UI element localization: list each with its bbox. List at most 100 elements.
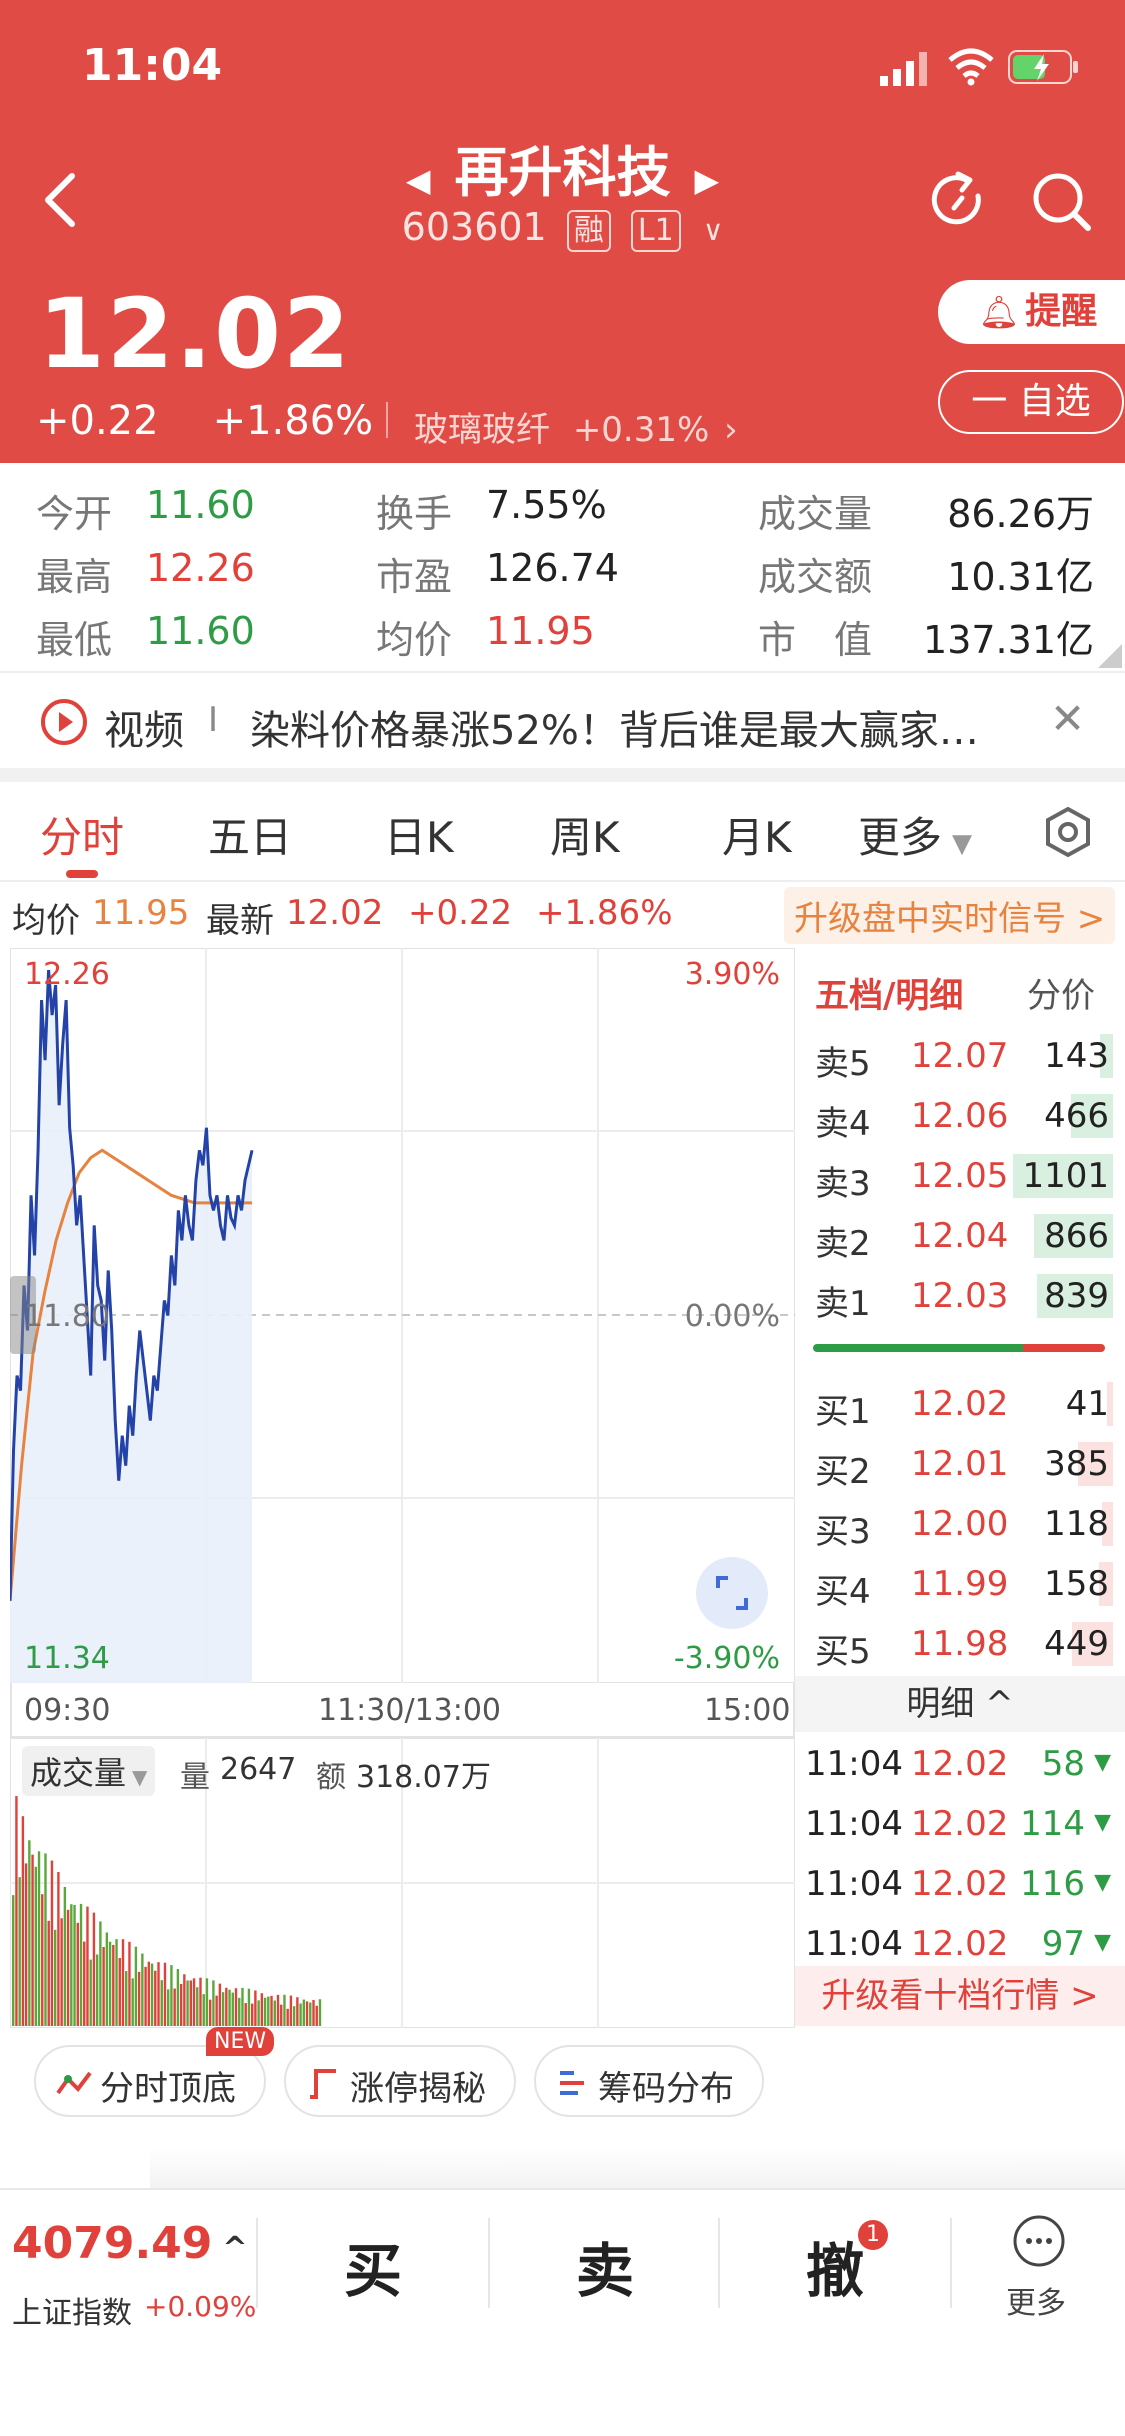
volume-bar [286,2008,289,2026]
scroll-fade [150,2148,1125,2188]
bid-row[interactable]: 买5 11.98 449 [795,1616,1125,1672]
cancel-order-button[interactable]: 撤 [806,2224,864,2308]
volume-bar [89,1959,92,2026]
volume-bar [118,1958,121,2026]
sector-link[interactable]: 玻璃玻纤 +0.31% › [414,402,738,451]
order-volume: 41 [1065,1384,1109,1424]
ask-row[interactable]: 卖3 12.05 1101 [795,1148,1125,1204]
expand-corner-icon[interactable] [1098,644,1122,668]
intraday-chart[interactable]: 12.26 11.80 11.34 3.90% 0.00% -3.90% [10,948,795,1683]
volume-bar [144,1966,147,2026]
refresh-icon[interactable] [926,168,990,232]
order-label: 买2 [815,1452,871,1492]
prev-stock-icon[interactable]: ◀ [406,161,431,199]
trade-price: 12.02 [911,1804,1009,1844]
tab-five-day[interactable]: 五日 [208,804,292,865]
volume-bar [24,1863,28,2026]
tab-more[interactable]: 更多 ▼ [858,804,972,865]
limit-up-chip[interactable]: 涨停揭秘 [284,2045,516,2117]
index-value[interactable]: 4079.49 ^ [12,2218,248,2269]
order-volume: 118 [1044,1504,1109,1544]
tab-more-label: 更多 [858,813,943,862]
latest-value: 12.02 [286,893,384,933]
chevron-up-icon: ^ [222,2231,248,2266]
trade-detail-header[interactable]: 明细 ^ [795,1676,1125,1732]
order-label: 卖2 [815,1224,871,1264]
ask-row[interactable]: 卖5 12.07 143 [795,1028,1125,1084]
fullscreen-icon [696,1557,768,1629]
volume-bar [21,1816,25,2026]
volume-bar [50,1860,54,2026]
stock-header: 11:04 ◀ 再升科技 ▶ 603601 融 L1 ∨ 12.02 +0.22 +1… [0,0,1125,463]
order-label: 买5 [815,1632,871,1672]
volume-bar [131,1978,134,2026]
volume-bar [305,2001,309,2026]
next-stock-icon[interactable]: ▶ [695,161,720,199]
ask-row[interactable]: 卖2 12.04 866 [795,1208,1125,1264]
order-price: 12.01 [911,1444,1009,1484]
trade-volume: 58 [1041,1744,1085,1784]
news-label: 视频 [104,708,184,754]
order-price: 11.98 [911,1624,1009,1664]
volume-bar [12,1895,15,2026]
volume-bar [179,1983,183,2026]
buy-button[interactable]: 买 [344,2224,402,2308]
intraday-top-bottom-chip[interactable]: 分时顶底 NEW [34,2027,275,2117]
volume-bar [221,1992,225,2026]
settings-icon[interactable] [1044,806,1092,858]
tab-weekly-k[interactable]: 周K [550,804,620,865]
volume-bar [115,1939,118,2026]
close-icon[interactable]: ✕ [1050,694,1085,743]
volume-bar [208,1999,212,2026]
stat-value: 86.26万 [947,492,1094,536]
stat-label: 最低 [36,618,113,662]
time-label-close: 15:00 [704,1693,791,1728]
order-volume: 1101 [1022,1156,1109,1196]
bid-row[interactable]: 买3 12.00 118 [795,1496,1125,1552]
bid-row[interactable]: 买4 11.99 158 [795,1556,1125,1612]
tab-monthly-k[interactable]: 月K [722,804,792,865]
time-label-open: 09:30 [24,1693,111,1728]
add-watchlist-button[interactable]: 一 自选 [938,370,1124,434]
time-axis: 09:30 11:30/13:00 15:00 [10,1683,795,1738]
price-distribution-tab[interactable]: 分价 [1027,968,1095,1017]
tab-intraday[interactable]: 分时 [40,804,124,865]
upgrade-signal-link[interactable]: 升级盘中实时信号 > [784,887,1116,944]
volume-bar [302,1999,306,2026]
volume-bar [318,1999,322,2026]
more-label[interactable]: 更多 [1006,2278,1066,2322]
stat-label: 市盈 [376,555,453,599]
bid-row[interactable]: 买2 12.01 385 [795,1436,1125,1492]
section-gap [0,768,1125,782]
order-book-tab[interactable]: 五档/明细 [815,968,963,1017]
order-label: 买1 [815,1392,871,1432]
time-label-midday: 11:30/13:00 [318,1693,502,1728]
chip-label: 分时顶底 [100,2069,236,2109]
sell-button[interactable]: 卖 [576,2224,634,2308]
upgrade-ten-level-link[interactable]: 升级看十档行情 > [795,1966,1125,2026]
index-change: +0.09% [144,2290,257,2323]
order-label: 卖1 [815,1284,871,1324]
alert-button[interactable]: 🔔︎ 提醒 [938,280,1125,344]
ask-row[interactable]: 卖4 12.06 466 [795,1088,1125,1144]
volume-bar [186,1980,189,2026]
chip-distribution-chip[interactable]: 筹码分布 [534,2045,764,2117]
order-label: 买4 [815,1572,871,1612]
trade-volume: 114 [1020,1804,1085,1844]
top-bottom-icon [56,2071,92,2095]
volume-bar [128,1941,131,2026]
order-price: 12.03 [911,1276,1009,1316]
bid-row[interactable]: 买1 12.02 41 [795,1376,1125,1432]
volume-selector[interactable]: 成交量 ▼ [22,1746,156,1796]
stock-code: 603601 [401,205,547,249]
news-banner[interactable]: 视频 I 染料价格暴涨52%！背后谁是最大赢家… ✕ [0,676,1125,768]
trade-row: 11:04 12.02 97 ▼ [795,1916,1125,1972]
news-separator: I [208,700,219,740]
ask-row[interactable]: 卖1 12.03 839 [795,1268,1125,1324]
trade-row: 11:04 12.02 116 ▼ [795,1856,1125,1912]
latest-change: +0.22 [408,893,513,933]
volume-bar [57,1872,60,2026]
search-icon[interactable] [1028,168,1094,234]
tab-daily-k[interactable]: 日K [384,804,454,865]
more-icon[interactable] [1012,2214,1066,2268]
